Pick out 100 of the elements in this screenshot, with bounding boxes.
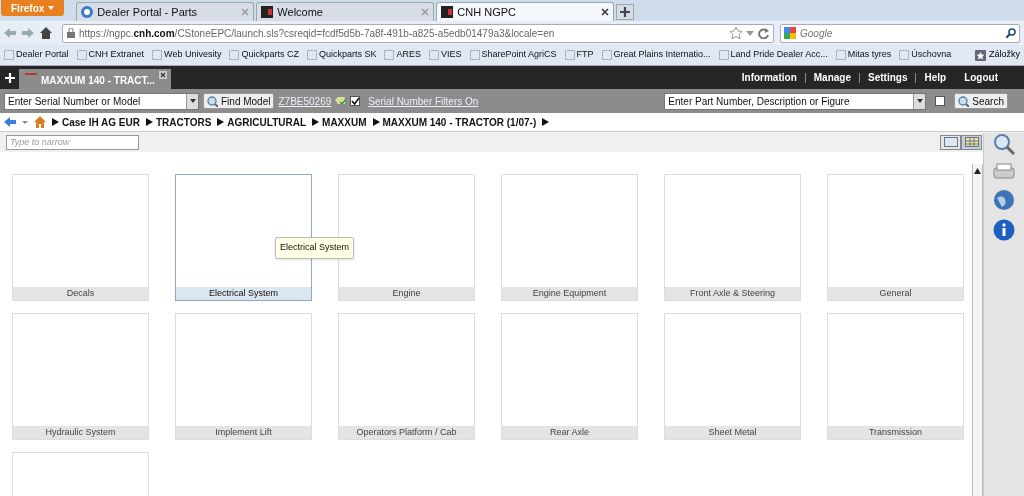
page-icon (229, 50, 240, 60)
forward-icon[interactable] (22, 28, 34, 38)
bookmark-link[interactable]: Mitas tyres (835, 48, 892, 62)
caret-icon (48, 6, 55, 10)
tab-title: Dealer Portal - Parts (97, 4, 198, 20)
category-card[interactable]: Operators Platform / Cab (338, 313, 475, 440)
search-button[interactable]: Search (954, 93, 1008, 109)
bookmark-link[interactable]: SharePoint AgriCS (469, 48, 557, 62)
bookmark-link[interactable]: Land Pride Dealer Acc... (718, 48, 828, 62)
arrow-icon (372, 118, 380, 126)
category-card[interactable]: Front Axle & Steering (664, 174, 801, 301)
category-card[interactable]: Sheet Metal (664, 313, 801, 440)
search-icon (207, 95, 218, 107)
breadcrumb-link[interactable]: TRACTORS (156, 114, 212, 130)
browser-tab[interactable]: CNH NGPC (436, 2, 615, 21)
text-input[interactable]: Enter Serial Number or Model (5, 93, 186, 109)
tab-title: CNH NGPC (457, 4, 517, 20)
arrow-icon (146, 118, 153, 126)
category-label: Operators Platform / Cab (339, 426, 474, 439)
bookmarks-menu[interactable]: Záložky (975, 48, 1020, 62)
arrow-icon[interactable] (542, 118, 550, 126)
back-icon[interactable] (4, 117, 16, 127)
dropdown-icon[interactable] (189, 99, 196, 103)
view-toggle[interactable] (940, 134, 961, 150)
search-field[interactable]: Google (780, 23, 1020, 43)
category-label: General (828, 287, 963, 300)
menu-link[interactable]: Settings (868, 70, 908, 85)
tab-title: Welcome (277, 4, 324, 20)
serial-field[interactable]: Enter Serial Number or Model (4, 92, 199, 110)
category-card[interactable]: Hydraulic System (12, 313, 149, 440)
category-card[interactable]: Rear Axle (501, 313, 638, 440)
category-label: Rear Axle (502, 426, 637, 439)
menu-link[interactable]: Logout (964, 70, 998, 85)
category-label: Transmission (828, 426, 963, 439)
find-model-button[interactable]: Find Model (203, 93, 275, 109)
bookmark-link[interactable]: Great Plains Internatio... (601, 48, 711, 62)
bookmark-link[interactable]: Úschovna (899, 48, 952, 62)
page-icon (76, 50, 87, 60)
search-icon[interactable] (993, 133, 1015, 155)
list-view-icon (943, 137, 958, 147)
breadcrumb-link[interactable]: MAXXUM 140 - TRACTOR (1/07-) (382, 114, 537, 130)
bookmark-link[interactable]: Quickparts SK (306, 48, 377, 62)
search-input[interactable]: Google (800, 25, 1002, 41)
lock-icon (67, 28, 75, 38)
breadcrumb-link[interactable]: AGRICULTURAL (227, 114, 307, 130)
category-card[interactable]: General (827, 174, 964, 301)
view-toggle[interactable] (961, 134, 982, 150)
reload-icon[interactable] (758, 27, 769, 39)
tag-icon (335, 96, 347, 106)
dropdown-icon[interactable] (916, 99, 923, 103)
home-icon[interactable] (40, 27, 52, 39)
info-icon[interactable] (993, 219, 1015, 241)
narrow-field[interactable]: Type to narrow (6, 134, 139, 150)
category-card[interactable]: Transmission (827, 313, 964, 440)
category-label: Sheet Metal (665, 426, 800, 439)
close-icon[interactable] (158, 71, 167, 79)
checkbox[interactable] (350, 96, 361, 106)
new-tab-button[interactable] (616, 4, 635, 20)
arrow-icon (217, 118, 225, 126)
printer-icon[interactable] (993, 163, 1015, 181)
category-label: Decals (13, 287, 148, 300)
browser-tab[interactable]: Dealer Portal - Parts (76, 2, 255, 21)
page-icon (4, 50, 14, 60)
plus-icon (620, 7, 631, 17)
page-icon (835, 50, 846, 60)
add-tab-button[interactable] (3, 70, 17, 85)
menu-link[interactable]: Help (924, 70, 947, 85)
bookmark-link[interactable]: CNH Extranet (76, 48, 145, 62)
bookmark-link[interactable]: Quickparts CZ (229, 48, 299, 62)
search-icon[interactable] (1006, 28, 1016, 38)
site-logo-icon (261, 6, 274, 18)
checkbox[interactable] (935, 96, 946, 106)
search-engine-icon[interactable] (784, 27, 796, 39)
bookmark-link[interactable]: ARES (384, 48, 421, 62)
scroll-up-icon[interactable] (974, 168, 981, 174)
browser-tab[interactable]: Welcome (256, 2, 435, 21)
bookmark-link[interactable]: Dealer Portal (4, 48, 69, 62)
star-icon (975, 49, 986, 61)
close-icon[interactable] (601, 8, 610, 16)
scrollbar[interactable] (972, 164, 983, 496)
category-card[interactable]: Decals (12, 174, 149, 301)
page-icon (718, 50, 729, 60)
breadcrumb-link[interactable]: MAXXUM (322, 114, 367, 130)
menu-link[interactable]: Manage (813, 70, 851, 85)
category-card[interactable]: Implement Lift (175, 313, 312, 440)
text-input[interactable]: Enter Part Number, Description or Figure (665, 93, 914, 109)
bookmark-link[interactable]: FTP (564, 48, 594, 62)
star-icon[interactable] (730, 27, 742, 39)
bookmark-link[interactable]: Web Univesity (152, 48, 222, 62)
part-search-field[interactable]: Enter Part Number, Description or Figure (664, 92, 927, 110)
check-icon (350, 97, 360, 105)
bookmark-link[interactable]: VIES (429, 48, 462, 62)
back-icon[interactable] (4, 28, 16, 38)
breadcrumb-link[interactable]: Case IH AG EUR (62, 114, 140, 130)
address-bar[interactable]: https://ngpc.cnh.com/CStoneEPC/launch.sls?csreqid=fcdf5d5b-7a8f-491b-a825-a5edb01479a3&locale=en (62, 23, 774, 43)
category-card[interactable]: Engine Equipment (501, 174, 638, 301)
menu-link[interactable]: Information (741, 70, 797, 85)
tooltip: Electrical System (275, 237, 355, 259)
category-label: Engine (339, 287, 474, 300)
page-icon (306, 50, 317, 60)
